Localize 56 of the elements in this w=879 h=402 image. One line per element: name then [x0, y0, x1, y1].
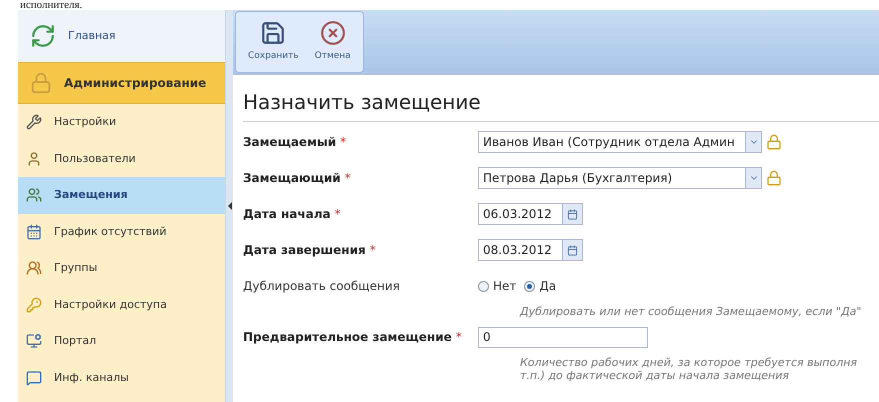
lock-icon[interactable]: [766, 134, 782, 150]
lock-icon[interactable]: [766, 170, 782, 186]
field-label: Замещаемый: [243, 134, 336, 151]
sidebar-item[interactable]: Настройки: [18, 104, 225, 140]
date-field[interactable]: 08.03.2012: [478, 239, 583, 261]
required-mark: *: [344, 170, 351, 187]
user-icon: [26, 150, 42, 167]
page-title: Назначить замещение: [243, 87, 879, 122]
sidebar-item[interactable]: Пользователи: [18, 140, 225, 177]
calendar-button[interactable]: [562, 240, 582, 260]
collapse-handle[interactable]: [228, 202, 232, 210]
save-icon: [260, 20, 286, 46]
calendar-icon: [567, 244, 578, 256]
sidebar-item[interactable]: Группы: [18, 250, 225, 286]
required-mark: *: [340, 134, 346, 151]
calendar-button[interactable]: [562, 204, 582, 224]
dropdown-button[interactable]: [745, 168, 761, 188]
home-icon: [30, 23, 56, 49]
home-link[interactable]: Главная: [18, 10, 225, 62]
key-icon: [26, 296, 42, 313]
select-field[interactable]: Петрова Дарья (Бухгалтерия): [478, 167, 762, 189]
input-field[interactable]: 0: [478, 326, 648, 348]
section-header[interactable]: Администрирование: [18, 62, 225, 104]
dropdown-button[interactable]: [745, 132, 761, 152]
hint-text: Дублировать или нет сообщения Замещаемому, если "Да": [520, 305, 862, 318]
field-label: Замещающий: [243, 170, 341, 187]
users-icon: [26, 187, 42, 204]
close-icon: [320, 20, 346, 46]
group-icon: [26, 260, 42, 276]
required-mark: *: [456, 329, 462, 346]
sidebar-item[interactable]: График отсутствий: [18, 214, 225, 250]
required-mark: *: [334, 206, 341, 223]
hint-text: т.п.) до фактической даты начала замещения: [520, 369, 790, 382]
sidebar-item[interactable]: Портал: [18, 323, 225, 360]
sidebar-item[interactable]: Замещения: [18, 177, 225, 214]
field-label: Дата завершения: [243, 242, 366, 259]
required-mark: *: [370, 242, 376, 259]
calendar-icon: [26, 224, 42, 240]
select-field[interactable]: Иванов Иван (Сотрудник отдела Админ: [478, 131, 762, 153]
field-label: Дата начала: [243, 206, 331, 223]
message-icon: [26, 370, 42, 386]
lock-icon: [30, 72, 52, 94]
field-label: Предварительное замещение: [243, 329, 452, 346]
radio-option[interactable]: Да: [524, 277, 556, 295]
wrench-icon: [26, 114, 42, 130]
radio-option[interactable]: Нет: [478, 277, 516, 295]
field-label: Дублировать сообщения: [243, 278, 400, 295]
document-text: исполнителя.: [20, 0, 82, 10]
save-button[interactable]: Сохранить: [248, 20, 299, 64]
monitor-icon: [26, 333, 42, 350]
sidebar-item[interactable]: Настройки доступа: [18, 286, 225, 323]
calendar-icon: [567, 208, 578, 220]
sidebar-item[interactable]: Инф. каналы: [18, 360, 225, 396]
cancel-button[interactable]: Отмена: [314, 20, 351, 64]
hint-text: Количество рабочих дней, за которое требуется выполня: [520, 356, 858, 369]
date-field[interactable]: 06.03.2012: [478, 203, 583, 225]
